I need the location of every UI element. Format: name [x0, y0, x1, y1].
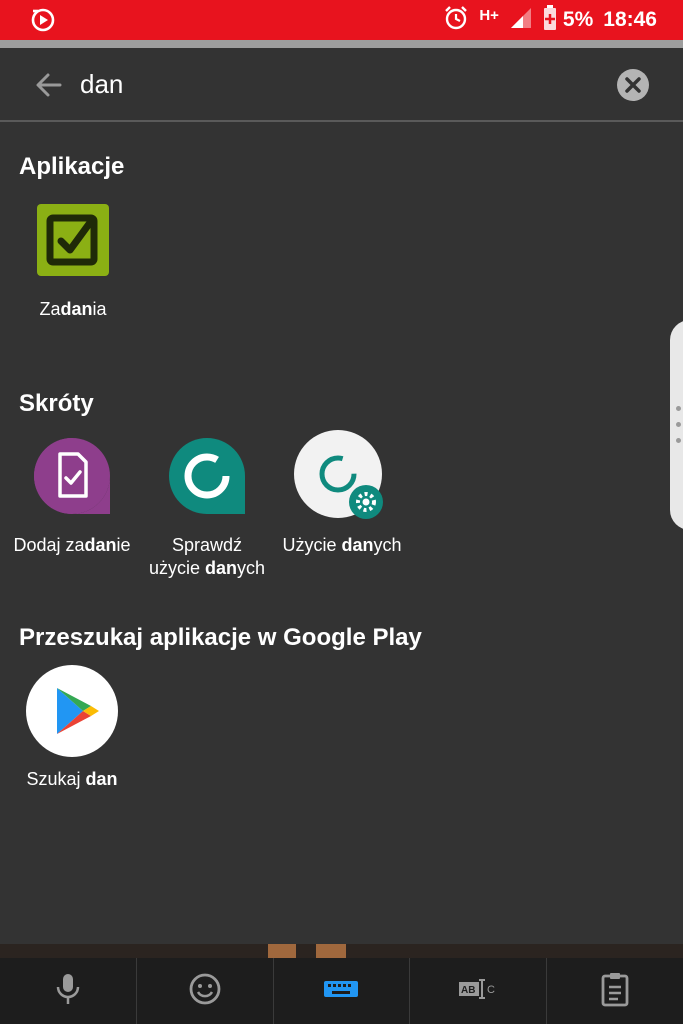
- media-notification-icon: [30, 7, 56, 38]
- battery-icon: [543, 4, 557, 36]
- voice-input-button[interactable]: [0, 958, 137, 1024]
- wallpaper-strip: [0, 944, 683, 958]
- status-bar: H+ 5% 18:46: [0, 0, 683, 40]
- battery-percent: 5%: [562, 8, 594, 31]
- play-search-tile[interactable]: Szukaj dan: [12, 664, 132, 791]
- handle-dot: [676, 406, 681, 411]
- svg-text:C: C: [487, 984, 495, 996]
- clipboard-button[interactable]: [547, 958, 683, 1024]
- alarm-icon: [443, 5, 469, 36]
- keyboard-button[interactable]: [274, 958, 411, 1024]
- play-search-label: Szukaj dan: [26, 769, 118, 789]
- play-section-title: Przeszukaj aplikacje w Google Play: [19, 624, 422, 651]
- shortcut-check-data-usage[interactable]: Sprawdź użycie danych: [137, 436, 277, 580]
- shortcuts-section-title: Skróty: [19, 390, 94, 417]
- clear-search-button[interactable]: [616, 68, 650, 107]
- add-task-icon: [32, 436, 112, 516]
- network-type-label: H+: [479, 6, 499, 24]
- shortcut-label: Użycie danych: [282, 535, 402, 555]
- app-label: Zadania: [39, 299, 107, 319]
- data-usage-icon: [167, 436, 247, 516]
- text-select-button[interactable]: AB C: [410, 958, 548, 1024]
- shortcut-data-usage[interactable]: Użycie danych: [272, 430, 412, 557]
- shortcut-label: Sprawdź użycie danych: [148, 535, 266, 578]
- keyboard-icon: [323, 979, 359, 1004]
- tasks-app-icon: [37, 204, 109, 276]
- keyboard-toolbar: AB C: [0, 958, 683, 1024]
- clock: 18:46: [603, 8, 657, 31]
- data-usage-settings-icon: [294, 430, 390, 526]
- shortcut-label: Dodaj zadanie: [13, 535, 131, 555]
- handle-dot: [676, 422, 681, 427]
- apps-section-title: Aplikacje: [19, 153, 125, 180]
- handle-dot: [676, 438, 681, 443]
- signal-icon: [509, 6, 533, 35]
- mic-icon: [53, 972, 83, 1011]
- emoji-button[interactable]: [137, 958, 274, 1024]
- emoji-icon: [188, 972, 222, 1011]
- shortcut-add-task[interactable]: Dodaj zadanie: [2, 436, 142, 557]
- status-divider: [0, 40, 683, 48]
- back-arrow-icon[interactable]: [34, 70, 64, 105]
- app-tile-zadania[interactable]: Zadania: [14, 204, 132, 321]
- clipboard-icon: [600, 971, 630, 1012]
- text-select-icon: AB C: [458, 977, 498, 1006]
- edge-panel-handle[interactable]: [670, 320, 683, 530]
- google-play-icon: [25, 664, 119, 758]
- search-bar: [0, 48, 683, 122]
- svg-text:AB: AB: [461, 985, 475, 996]
- search-input[interactable]: [78, 66, 582, 102]
